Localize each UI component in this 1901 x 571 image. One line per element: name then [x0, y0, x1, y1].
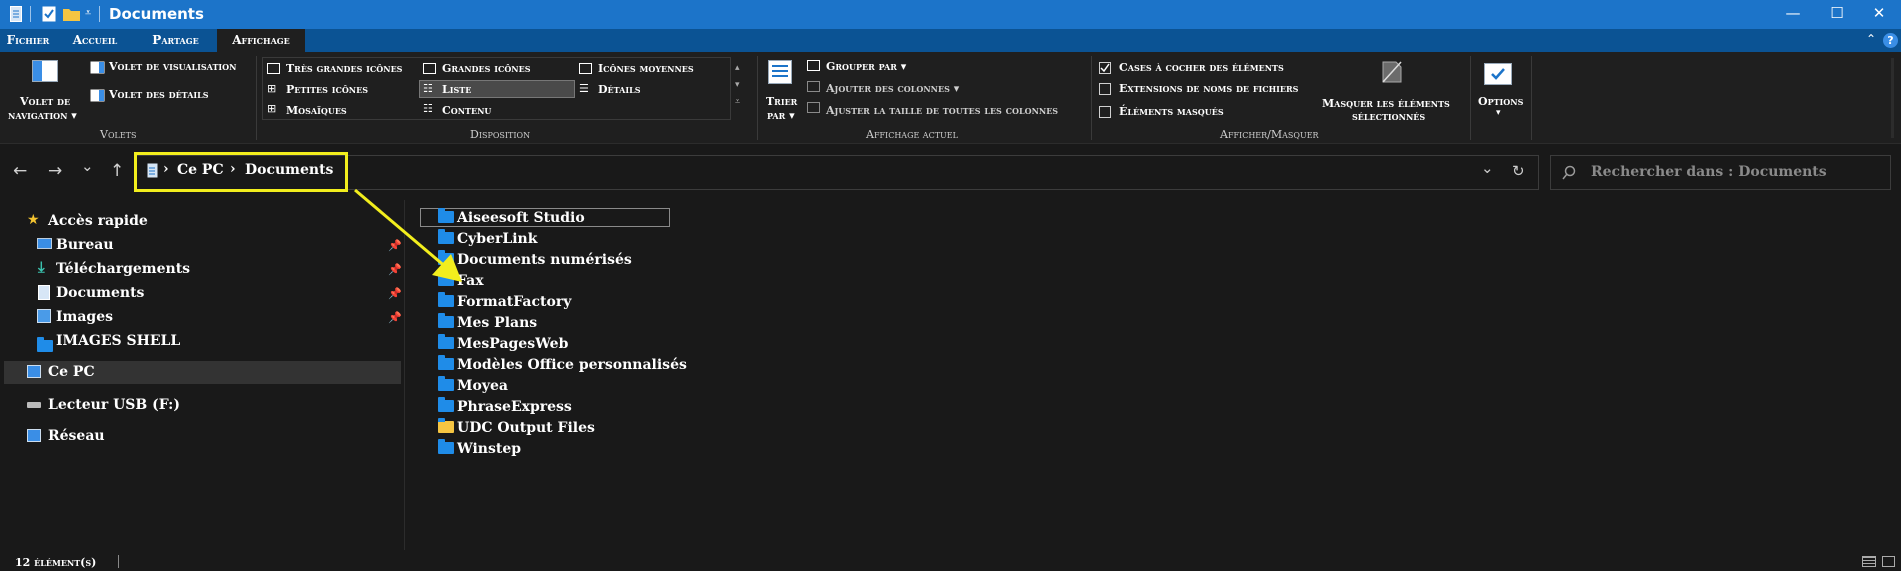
details-view-icon[interactable]: [1862, 556, 1876, 567]
item-count: 12 élément(s): [15, 556, 97, 569]
status-divider: [118, 555, 119, 568]
status-bar: 12 élément(s): [0, 550, 1901, 571]
annotation-arrow: [354, 188, 462, 282]
large-icons-view-icon[interactable]: [1882, 556, 1895, 567]
